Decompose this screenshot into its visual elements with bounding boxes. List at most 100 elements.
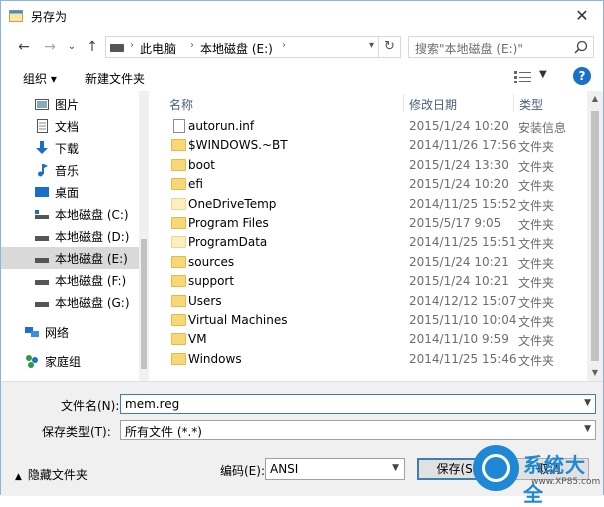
sidebar-item-desktop[interactable]: 桌面	[1, 181, 139, 203]
sidebar-item-music[interactable]: 音乐	[1, 159, 139, 181]
refresh-icon[interactable]: ↻	[378, 37, 400, 57]
folder-icon	[171, 236, 186, 249]
file-modified-date: 2015/1/24 10:21	[409, 274, 509, 289]
sidebar-item-homegroup[interactable]: 家庭组	[1, 350, 139, 372]
recent-locations-chevron-icon[interactable]: ⌄	[63, 38, 81, 56]
sidebar-item-pictures[interactable]: 图片	[1, 93, 139, 115]
table-row[interactable]: $WINDOWS.~BT 2014/11/26 17:56 文件夹	[167, 136, 587, 155]
column-header-name[interactable]: 名称	[169, 96, 193, 113]
new-folder-button[interactable]: 新建文件夹	[85, 70, 145, 87]
table-row[interactable]: ProgramData 2014/11/25 15:51 文件夹	[167, 233, 587, 252]
sidebar-item-label: 本地磁盘 (F:)	[55, 274, 127, 288]
view-options-icon[interactable]	[513, 70, 533, 84]
table-row[interactable]: Windows 2014/11/25 15:46 文件夹	[167, 350, 587, 369]
breadcrumb-drive-e[interactable]: 本地磁盘 (E:)	[200, 40, 273, 57]
file-modified-date: 2014/12/12 15:07	[409, 293, 517, 308]
file-list-scrollbar[interactable]: ▲ ▼	[587, 91, 603, 381]
file-type: 文件夹	[518, 179, 555, 194]
file-name: boot	[188, 157, 216, 172]
sidebar-item-label: 本地磁盘 (G:)	[55, 296, 130, 310]
scroll-down-arrow-icon[interactable]: ▼	[587, 365, 603, 381]
file-name: efi	[188, 177, 203, 192]
folder-icon	[171, 352, 186, 365]
chevron-down-icon[interactable]: ▼	[584, 424, 591, 434]
hide-folders-toggle[interactable]: ▲ 隐藏文件夹	[15, 466, 88, 483]
sidebar-scrollbar[interactable]	[139, 91, 149, 381]
table-row[interactable]: support 2015/1/24 10:21 文件夹	[167, 272, 587, 291]
close-icon[interactable]: ✕	[571, 5, 593, 27]
sidebar-item-network[interactable]: 网络	[1, 321, 139, 343]
sidebar-item-drive-g[interactable]: 本地磁盘 (G:)	[1, 291, 139, 313]
sidebar-item-documents[interactable]: 文档	[1, 115, 139, 137]
up-arrow-icon[interactable]: ↑	[83, 38, 101, 56]
save-as-dialog: 另存为 ✕ ← → ⌄ ↑ › 此电脑 › 本地磁盘 (E:) › ▾ ↻ 搜索…	[0, 0, 604, 506]
chevron-down-icon[interactable]: ▼	[584, 398, 591, 408]
save-type-select[interactable]: 所有文件 (*.*) ▼	[120, 420, 596, 440]
sidebar-item-label: 本地磁盘 (D:)	[55, 230, 130, 244]
column-divider[interactable]	[403, 94, 404, 112]
network-icon	[25, 327, 39, 337]
file-name: OneDriveTemp	[188, 196, 277, 211]
search-icon	[574, 40, 588, 54]
breadcrumb-this-pc[interactable]: 此电脑	[140, 40, 176, 57]
filename-value: mem.reg	[125, 397, 180, 411]
help-icon[interactable]: ?	[573, 67, 591, 85]
table-row[interactable]: VM 2014/11/10 9:59 文件夹	[167, 330, 587, 349]
view-dropdown-chevron-icon[interactable]: ▼	[539, 69, 547, 80]
drive-icon	[35, 302, 49, 307]
file-type: 文件夹	[518, 218, 555, 232]
drive-icon	[110, 44, 124, 52]
scrollbar-thumb[interactable]	[141, 239, 147, 369]
encoding-select[interactable]: ANSI ▼	[265, 458, 405, 480]
breadcrumb-separator: ›	[190, 40, 194, 51]
column-header-type[interactable]: 类型	[519, 96, 543, 113]
navigation-bar: ← → ⌄ ↑ › 此电脑 › 本地磁盘 (E:) › ▾ ↻ 搜索"本地磁盘 …	[1, 31, 603, 63]
table-row[interactable]: boot 2015/1/24 13:30 文件夹	[167, 156, 587, 175]
table-row[interactable]: Virtual Machines 2015/11/10 10:04 文件夹	[167, 311, 587, 330]
search-placeholder: 搜索"本地磁盘 (E:)"	[415, 42, 523, 56]
column-divider[interactable]	[513, 94, 514, 112]
table-row[interactable]: Program Files 2015/5/17 9:05 文件夹	[167, 214, 587, 233]
folder-icon	[171, 255, 186, 268]
chevron-down-icon[interactable]: ▼	[392, 463, 399, 473]
folder-icon	[171, 314, 186, 326]
file-type: 文件夹	[518, 198, 555, 213]
forward-arrow-icon[interactable]: →	[41, 38, 59, 56]
column-header-modified[interactable]: 修改日期	[409, 96, 457, 113]
downloads-icon	[36, 141, 48, 154]
folder-icon	[171, 333, 186, 346]
table-row[interactable]: autorun.inf 2015/1/24 10:20 安装信息	[167, 117, 587, 136]
file-name: autorun.inf	[188, 119, 255, 133]
file-type: 安装信息	[518, 121, 567, 135]
table-row[interactable]: Users 2014/12/12 15:07 文件夹	[167, 292, 587, 311]
chevron-down-icon[interactable]: ▾	[369, 40, 374, 51]
encoding-value: ANSI	[270, 462, 299, 476]
file-modified-date: 2015/1/24 13:30	[409, 157, 509, 172]
file-type: 文件夹	[518, 256, 555, 271]
organize-menu[interactable]: 组织 ▾	[23, 70, 57, 87]
table-row[interactable]: efi 2015/1/24 10:20 文件夹	[167, 175, 587, 194]
table-row[interactable]: OneDriveTemp 2014/11/25 15:52 文件夹	[167, 195, 587, 214]
desktop-icon	[35, 187, 49, 197]
homegroup-icon	[26, 355, 38, 368]
scrollbar-thumb[interactable]	[591, 111, 599, 361]
sidebar-item-downloads[interactable]: 下载	[1, 137, 139, 159]
folder-icon	[171, 139, 186, 152]
sidebar-item-label: 文档	[55, 120, 80, 134]
file-type: 文件夹	[518, 315, 555, 329]
back-arrow-icon[interactable]: ←	[15, 38, 33, 56]
sidebar-item-label: 家庭组	[45, 355, 82, 369]
window-title: 另存为	[31, 10, 68, 24]
sidebar-item-drive-d[interactable]: 本地磁盘 (D:)	[1, 225, 139, 247]
sidebar-item-drive-c[interactable]: 本地磁盘 (C:)	[1, 203, 139, 225]
sidebar-item-drive-e[interactable]: 本地磁盘 (E:)	[1, 247, 139, 269]
file-modified-date: 2014/11/25 15:51	[409, 235, 517, 250]
filename-input[interactable]: mem.reg ▼	[120, 394, 596, 414]
file-modified-date: 2014/11/25 15:46	[409, 351, 517, 366]
table-row[interactable]: sources 2015/1/24 10:21 文件夹	[167, 253, 587, 272]
search-input[interactable]: 搜索"本地磁盘 (E:)"	[408, 36, 594, 58]
address-bar[interactable]: › 此电脑 › 本地磁盘 (E:) › ▾ ↻	[105, 36, 401, 58]
sidebar-item-drive-f[interactable]: 本地磁盘 (F:)	[1, 269, 139, 291]
save-type-label: 保存类型(T):	[42, 425, 111, 439]
scroll-up-arrow-icon[interactable]: ▲	[587, 91, 603, 107]
